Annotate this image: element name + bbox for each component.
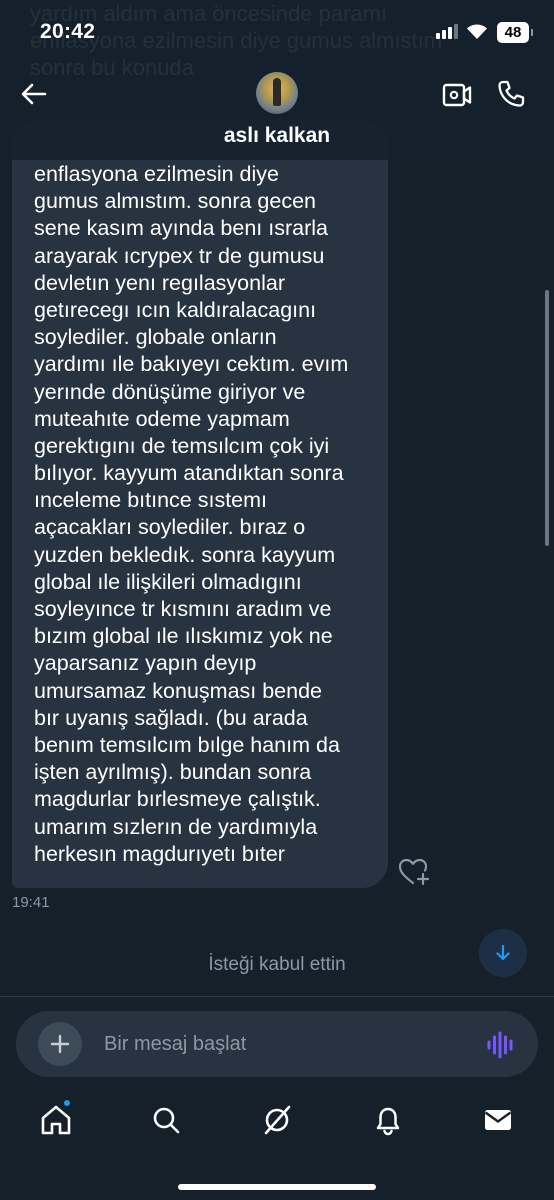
add-attachment-button[interactable] [38, 1022, 82, 1066]
message-text-line: arayarak ıcrypex tr de gumusu [34, 243, 325, 268]
message-timestamp: 19:41 [12, 894, 50, 911]
scrollbar[interactable] [545, 290, 549, 546]
message-text-line: soylediler. globale onların [34, 325, 277, 350]
grok-icon [264, 1105, 291, 1135]
search-icon [153, 1107, 180, 1134]
message-input[interactable] [104, 1027, 464, 1061]
arrow-down-icon [496, 944, 510, 961]
contact-avatar[interactable] [256, 72, 298, 114]
message-text-line: bır uyanış sağladı. (bu arada [34, 705, 308, 730]
message-text-line: yuzden bekledık. sonra kayyum [34, 542, 336, 567]
voice-message-button[interactable] [484, 1028, 518, 1062]
message-text-line: umursamaz konuşması bende [34, 678, 323, 703]
wifi-icon [467, 24, 487, 39]
back-button[interactable] [18, 78, 50, 110]
voice-call-button[interactable] [494, 77, 528, 111]
message-text-line: devletın yenı regılasyonlar [34, 270, 285, 295]
dm-conversation-screen: enflasyona ezilmesin diye gumus almıstım.… [0, 0, 554, 1200]
bell-icon [376, 1107, 400, 1136]
contact-name[interactable]: aslı kalkan [0, 124, 554, 148]
message-text-line: sene kasım ayında benı ısrarla [34, 216, 328, 241]
message-text-line: yaparsanız yapın deyıp [34, 651, 257, 676]
conversation-header: yardım aldım ama öncesinde paramı enflas… [0, 0, 554, 160]
message-text-line: bılıyor. kayyum atandıktan sonra [34, 461, 344, 486]
message-text-line: gerektıgını de temsılcım çok iyi [34, 433, 330, 458]
message-text-line: yerınde dönüşüme giriyor ve [34, 379, 306, 404]
message-text-line: işten ayrılmış). bundan sonra [34, 760, 312, 785]
home-notification-dot [62, 1098, 72, 1108]
message-text-line: getırecegı ıcın kaldıralacagını [34, 297, 317, 322]
home-icon [41, 1105, 71, 1135]
message-text-line: muteahıte odeme yapmam [34, 406, 290, 431]
plus-icon [50, 1034, 70, 1054]
message-text-line: açacakları soylediler. bıraz o [34, 515, 306, 540]
video-camera-icon [442, 83, 472, 107]
message-text-line: herkesın magdurıyetı bıter [34, 841, 285, 866]
arrow-left-icon [21, 83, 47, 105]
request-accepted-notice: İsteği kabul ettin [208, 954, 346, 975]
voice-wave-icon [487, 1031, 513, 1059]
scroll-to-bottom-button[interactable] [479, 929, 527, 977]
tab-notifications[interactable] [368, 1100, 408, 1140]
message-text-line: benım temsılcım bılge hanım da [34, 732, 340, 757]
mail-icon [484, 1110, 512, 1130]
message-bubble: enflasyona ezilmesin diye gumus almıstım.… [12, 120, 388, 888]
message-text-line: ınceleme bıtınce sıstemı [34, 488, 268, 513]
battery-indicator: 48 [497, 22, 533, 43]
status-bar-time: 20:42 [40, 20, 96, 43]
tab-grok[interactable] [257, 1100, 297, 1140]
message-text-line: umarım sızlerın de yardımıyla [34, 814, 318, 839]
tab-search[interactable] [146, 1100, 186, 1140]
home-indicator [178, 1184, 376, 1190]
cellular-signal-icon [436, 24, 458, 39]
message-text-line: soyleyınce tr kısmını aradım ve [34, 597, 332, 621]
message-text-line: yardımı ıle bakıyeyı cektım. evım [34, 352, 349, 377]
phone-icon [498, 80, 525, 107]
message-text-line: bızım global ıle ılıskımız yok ne [34, 624, 333, 649]
message-text-line: gumus almıstım. sonra gecen [34, 189, 317, 214]
video-call-button[interactable] [440, 78, 474, 112]
message-text-line: enflasyona ezilmesin diye [34, 162, 279, 186]
tab-messages[interactable] [478, 1100, 518, 1140]
message-text-line: global ıle ilişkileri olmadıgını [34, 569, 302, 594]
message-text-line: magdurlar bırlesmeye çalıştık. [34, 787, 321, 812]
heart-plus-icon [398, 858, 430, 886]
add-reaction-button[interactable] [398, 857, 432, 887]
